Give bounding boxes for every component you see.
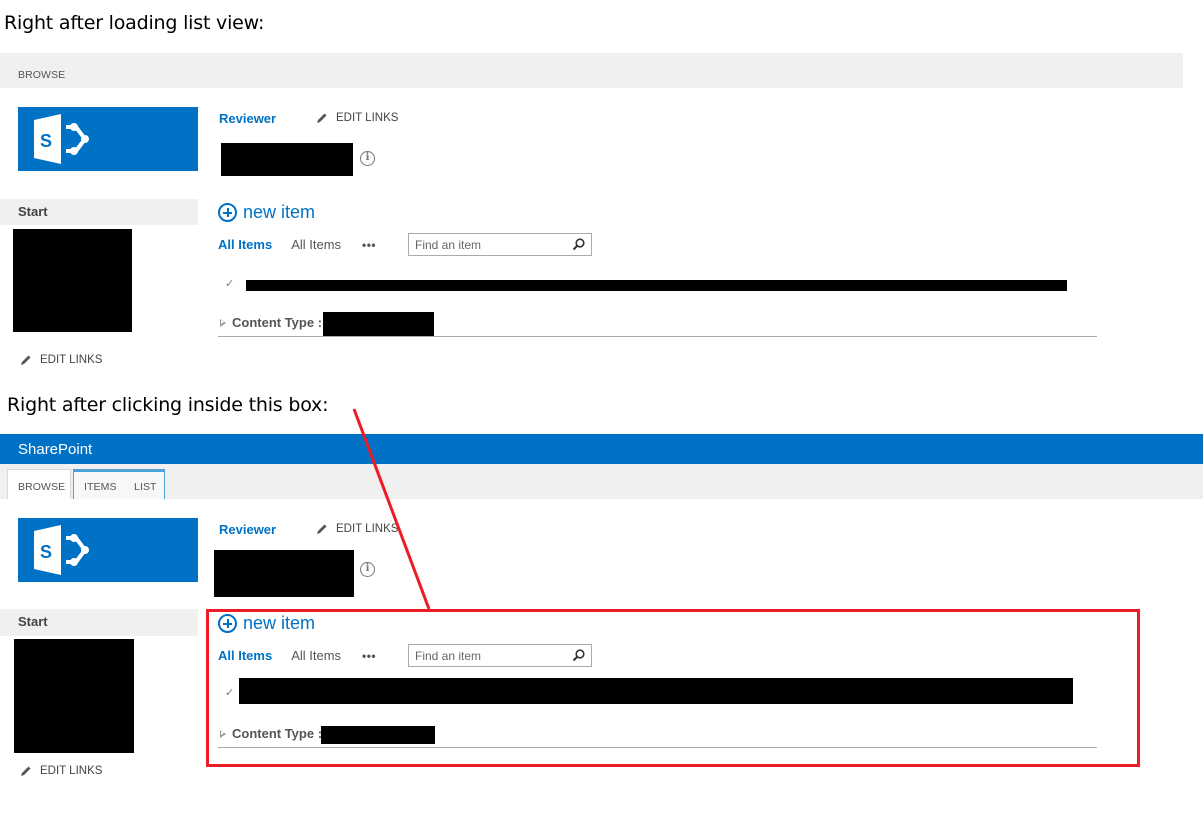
pencil-icon [21, 766, 31, 776]
ribbon-bar: BROWSE [0, 53, 1183, 88]
select-all-checkmark[interactable]: ✓ [225, 277, 234, 290]
new-item-label: new item [243, 202, 316, 222]
quicklaunch-edit-links[interactable]: EDIT LINKS [20, 765, 102, 777]
svg-text:S: S [40, 131, 52, 151]
magnifier-icon[interactable] [572, 238, 585, 251]
pencil-icon [21, 355, 31, 365]
quicklaunch-links-redacted [14, 639, 134, 753]
group-header-content-type[interactable]: Content Type : [220, 315, 322, 330]
tab-list[interactable]: LIST [134, 481, 157, 493]
search-input[interactable] [415, 237, 565, 252]
suite-bar-title[interactable]: SharePoint [18, 441, 92, 458]
tab-items[interactable]: ITEMS [84, 481, 117, 493]
sharepoint-logo-icon: S [34, 525, 89, 575]
tab-browse-label: BROWSE [18, 481, 66, 493]
quicklaunch-start[interactable]: Start [0, 609, 198, 636]
tab-browse[interactable]: BROWSE [7, 469, 71, 499]
more-views-button[interactable]: ••• [362, 238, 376, 252]
column-headers-redacted [246, 280, 1067, 291]
group-divider [218, 336, 1097, 337]
page-title-redacted [214, 550, 354, 597]
breadcrumb-link-reviewer[interactable]: Reviewer [219, 522, 276, 537]
edit-links-label: EDIT LINKS [336, 523, 399, 535]
pencil-icon [317, 113, 327, 123]
pencil-icon [317, 524, 327, 534]
info-icon[interactable]: i [360, 151, 375, 166]
edit-links-label: EDIT LINKS [336, 112, 399, 124]
page-title-redacted [221, 143, 353, 176]
sharepoint-logo-icon: S [34, 114, 89, 164]
caption-before: Right after loading list view: [4, 12, 265, 34]
quicklaunch-edit-links[interactable]: EDIT LINKS [20, 354, 102, 366]
site-logo[interactable]: S [18, 107, 198, 171]
edit-links-label: EDIT LINKS [40, 354, 103, 366]
breadcrumb-link-reviewer[interactable]: Reviewer [219, 111, 276, 126]
new-item-button[interactable]: new item [218, 202, 315, 223]
suite-bar: SharePoint [0, 434, 1203, 464]
quicklaunch-links-redacted [13, 229, 132, 332]
caption-after: Right after clicking inside this box: [7, 394, 329, 416]
search-box[interactable] [408, 233, 592, 256]
annotation-highlight-box [206, 609, 1140, 767]
info-icon[interactable]: i [360, 562, 375, 577]
expand-triangle-icon[interactable] [220, 318, 226, 327]
edit-links-label: EDIT LINKS [40, 765, 103, 777]
view-all-items-active[interactable]: All Items [218, 237, 272, 252]
group-value-redacted [323, 312, 434, 336]
list-tools-tab-group: ITEMS LIST [73, 469, 165, 499]
top-nav-edit-links[interactable]: EDIT LINKS [316, 523, 398, 535]
view-selector: All Items All Items ••• [218, 237, 376, 252]
view-all-items[interactable]: All Items [291, 237, 341, 252]
plus-circle-icon [218, 203, 237, 222]
svg-text:S: S [40, 542, 52, 562]
ribbon-bar: BROWSE ITEMS LIST [0, 464, 1203, 499]
quicklaunch-start[interactable]: Start [0, 199, 198, 225]
top-nav-edit-links[interactable]: EDIT LINKS [316, 112, 398, 124]
group-label: Content Type : [232, 315, 323, 330]
tab-browse[interactable]: BROWSE [18, 69, 65, 81]
site-logo[interactable]: S [18, 518, 198, 582]
